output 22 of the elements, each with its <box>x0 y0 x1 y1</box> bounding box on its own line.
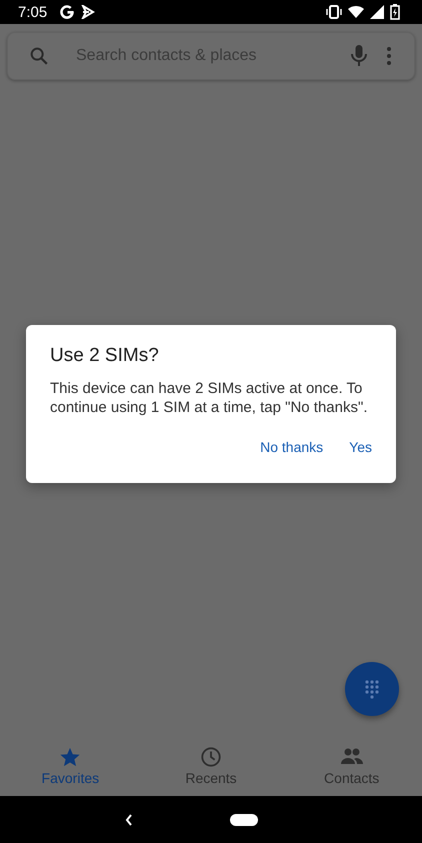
battery-icon <box>390 4 400 20</box>
clock-icon <box>200 746 222 768</box>
wifi-icon <box>348 5 364 19</box>
microphone-icon[interactable] <box>350 44 368 68</box>
dialpad-icon <box>364 679 380 699</box>
search-icon[interactable] <box>28 45 50 67</box>
status-time: 7:05 <box>18 4 48 20</box>
dialog-button[interactable]: No thanks <box>252 431 332 463</box>
dialog-button[interactable]: Yes <box>341 431 380 463</box>
nav-tab[interactable]: Contacts <box>281 740 422 796</box>
home-button[interactable] <box>230 814 258 826</box>
dialog-message: This device can have 2 SIMs active at once. To continue using 1 SIM at a time, tap "No thanks". <box>50 379 368 417</box>
nav-tab[interactable]: Favorites <box>0 740 141 796</box>
vibrate-icon <box>326 5 342 19</box>
more-options-icon[interactable] <box>386 46 392 66</box>
star-icon <box>59 746 82 768</box>
nav-tab[interactable]: Recents <box>140 740 282 796</box>
dialog-title: Use 2 SIMs? <box>50 345 160 367</box>
back-icon[interactable] <box>124 812 134 826</box>
signal-icon <box>370 5 384 19</box>
g-logo-icon <box>59 4 76 20</box>
dialpad-button[interactable] <box>345 662 399 716</box>
